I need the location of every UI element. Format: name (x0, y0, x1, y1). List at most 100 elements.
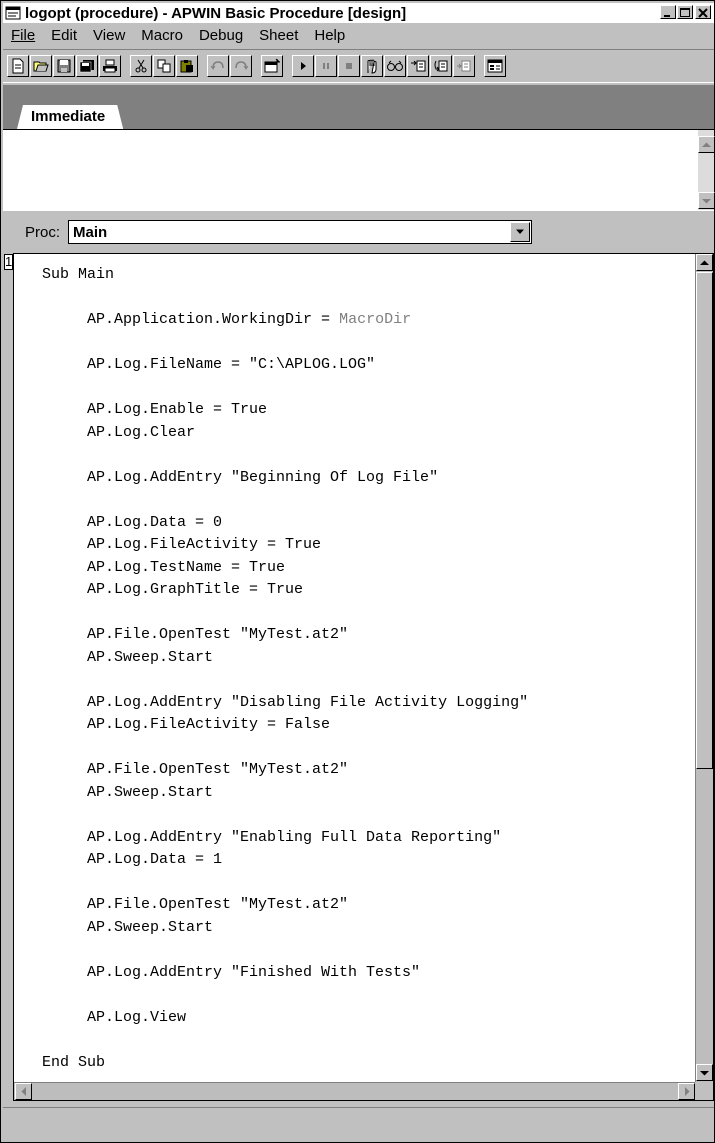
editor-scroll-right-button[interactable] (678, 1083, 695, 1100)
step-into-button[interactable] (407, 55, 429, 77)
code-line[interactable] (42, 804, 528, 827)
code-line[interactable]: AP.Log.AddEntry "Disabling File Activity… (42, 692, 528, 715)
menu-macro[interactable]: Macro (133, 27, 191, 44)
save-all-button[interactable] (76, 55, 98, 77)
code-line[interactable]: AP.Sweep.Start (42, 917, 528, 940)
print-button[interactable] (99, 55, 121, 77)
step-over-button[interactable] (430, 55, 452, 77)
undo-button[interactable] (207, 55, 229, 77)
code-line[interactable]: AP.Sweep.Start (42, 647, 528, 670)
code-text-part: AP.Application.WorkingDir = (42, 311, 340, 328)
code-text[interactable]: Sub Main AP.Application.WorkingDir = Mac… (42, 264, 528, 1074)
open-icon (33, 61, 49, 72)
toolbar (3, 49, 714, 83)
code-line[interactable] (42, 489, 528, 512)
proc-dropdown-button[interactable] (510, 222, 531, 242)
maximize-button[interactable] (677, 5, 693, 19)
menu-file[interactable]: File (3, 27, 43, 44)
code-line[interactable] (42, 737, 528, 760)
scrollbar-corner (695, 1082, 713, 1100)
print-icon (103, 59, 117, 73)
paste-button[interactable] (176, 55, 198, 77)
code-line[interactable]: AP.Log.TestName = True (42, 557, 528, 580)
code-line[interactable] (42, 669, 528, 692)
code-line[interactable]: AP.File.OpenTest "MyTest.at2" (42, 894, 528, 917)
code-line[interactable]: Sub Main (42, 264, 528, 287)
code-line[interactable]: AP.Log.View (42, 1007, 528, 1030)
cut-button[interactable] (130, 55, 152, 77)
immediate-pane[interactable] (3, 129, 715, 211)
watch-button[interactable] (384, 55, 406, 77)
code-line[interactable] (42, 332, 528, 355)
immediate-scrollbar[interactable] (698, 130, 715, 210)
code-line[interactable]: AP.Log.GraphTitle = True (42, 579, 528, 602)
tab-immediate[interactable]: Immediate (17, 105, 123, 129)
code-line[interactable]: AP.Log.FileActivity = False (42, 714, 528, 737)
chevron-left-icon (21, 1087, 26, 1096)
code-line[interactable]: AP.Log.Enable = True (42, 399, 528, 422)
copy-button[interactable] (153, 55, 175, 77)
stop-button[interactable] (338, 55, 360, 77)
menu-help[interactable]: Help (306, 27, 353, 44)
code-line[interactable]: AP.Log.FileName = "C:\APLOG.LOG" (42, 354, 528, 377)
run-button[interactable] (292, 55, 314, 77)
calls-button[interactable] (453, 55, 475, 77)
code-line[interactable] (42, 1029, 528, 1052)
window-title: logopt (procedure) - APWIN Basic Procedu… (25, 4, 407, 22)
code-line[interactable]: AP.File.OpenTest "MyTest.at2" (42, 624, 528, 647)
menu-edit[interactable]: Edit (43, 27, 85, 44)
code-line[interactable]: AP.Sweep.Start (42, 782, 528, 805)
immediate-scroll-up-button[interactable] (698, 136, 715, 153)
editor-horizontal-scrollbar[interactable] (14, 1082, 695, 1100)
new-icon (12, 58, 24, 74)
code-line[interactable] (42, 602, 528, 625)
save-button[interactable] (53, 55, 75, 77)
code-line[interactable]: AP.File.OpenTest "MyTest.at2" (42, 759, 528, 782)
title-bar[interactable]: logopt (procedure) - APWIN Basic Procedu… (3, 3, 714, 23)
code-line[interactable] (42, 984, 528, 1007)
code-line[interactable]: AP.Log.AddEntry "Beginning Of Log File" (42, 467, 528, 490)
minimize-icon (664, 15, 670, 17)
minimize-button[interactable] (660, 5, 676, 19)
redo-button[interactable] (230, 55, 252, 77)
editor-vertical-scrollbar[interactable] (695, 254, 713, 1082)
code-line[interactable]: AP.Application.WorkingDir = MacroDir (42, 309, 528, 332)
editor-scroll-thumb[interactable] (696, 272, 713, 769)
app-window: logopt (procedure) - APWIN Basic Procedu… (0, 0, 715, 1143)
macro-keyword: MacroDir (339, 311, 412, 328)
code-line[interactable] (42, 872, 528, 895)
code-line[interactable] (42, 444, 528, 467)
code-line[interactable] (42, 287, 528, 310)
editor-scroll-down-button[interactable] (696, 1064, 713, 1081)
code-editor[interactable]: Sub Main AP.Application.WorkingDir = Mac… (13, 253, 714, 1101)
menu-debug[interactable]: Debug (191, 27, 251, 44)
app-icon[interactable] (5, 6, 21, 20)
code-line[interactable]: End Sub (42, 1052, 528, 1075)
code-line[interactable]: AP.Log.AddEntry "Enabling Full Data Repo… (42, 827, 528, 850)
code-line[interactable]: AP.Log.AddEntry "Finished With Tests" (42, 962, 528, 985)
toggle-breakpoint-button[interactable] (361, 55, 383, 77)
code-line[interactable]: AP.Log.Clear (42, 422, 528, 445)
open-button[interactable] (30, 55, 52, 77)
code-line[interactable] (42, 377, 528, 400)
menu-file-label: File (11, 26, 36, 44)
new-button[interactable] (7, 55, 29, 77)
menu-sheet[interactable]: Sheet (251, 27, 306, 44)
proc-select[interactable]: Main (68, 220, 533, 244)
close-button[interactable] (695, 5, 711, 19)
copy-icon (157, 59, 171, 73)
code-line[interactable]: AP.Log.Data = 0 (42, 512, 528, 535)
code-line[interactable]: AP.Log.Data = 1 (42, 849, 528, 872)
code-line[interactable]: AP.Log.FileActivity = True (42, 534, 528, 557)
dialog-editor-button[interactable] (261, 55, 283, 77)
pause-button[interactable] (315, 55, 337, 77)
redo-icon (235, 61, 249, 70)
object-browser-button[interactable] (484, 55, 506, 77)
editor-scroll-up-button[interactable] (696, 254, 713, 271)
menu-view[interactable]: View (85, 27, 133, 44)
stop-icon (346, 63, 352, 69)
editor-scroll-left-button[interactable] (15, 1083, 32, 1100)
tab-strip: Immediate (3, 85, 714, 129)
code-line[interactable] (42, 939, 528, 962)
immediate-scroll-down-button[interactable] (698, 192, 715, 209)
